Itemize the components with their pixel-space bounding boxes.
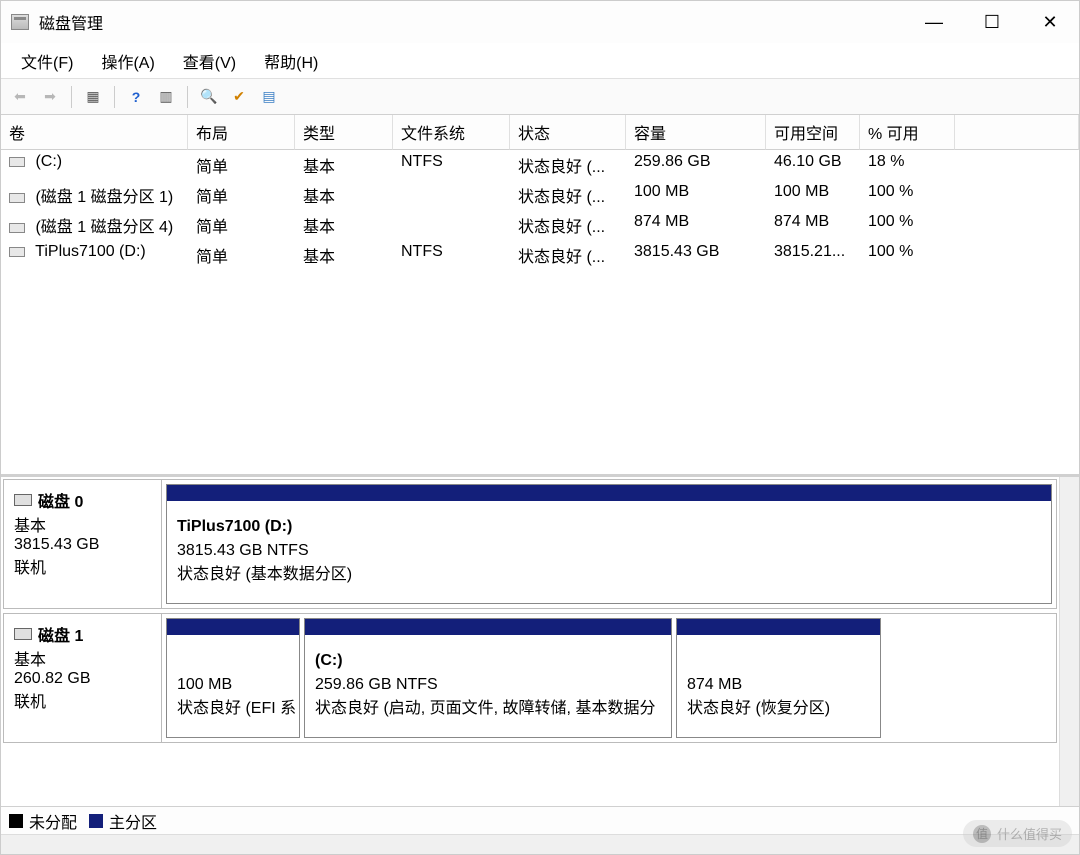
vertical-scrollbar[interactable]	[1059, 477, 1079, 806]
col-type[interactable]: 类型	[295, 115, 393, 150]
table-cell[interactable]	[393, 210, 510, 240]
table-cell[interactable]: 简单	[188, 150, 295, 180]
menu-action[interactable]: 操作(A)	[87, 45, 168, 77]
table-cell[interactable]: 状态良好 (...	[510, 150, 626, 180]
legend-primary: 主分区	[109, 809, 157, 833]
col-layout[interactable]: 布局	[188, 115, 295, 150]
table-cell[interactable]: 100 %	[860, 210, 955, 240]
partition[interactable]: 100 MB状态良好 (EFI 系	[166, 618, 300, 738]
col-status[interactable]: 状态	[510, 115, 626, 150]
rescan-button[interactable]: ✔	[226, 84, 252, 110]
table-cell[interactable]	[955, 210, 1079, 240]
volume-list[interactable]: 卷 布局 类型 文件系统 状态 容量 可用空间 % 可用 (C:)简单基本NTF…	[1, 115, 1079, 477]
partition[interactable]: 874 MB状态良好 (恢复分区)	[676, 618, 881, 738]
partition-header	[167, 619, 299, 635]
table-cell[interactable]: 100 %	[860, 180, 955, 210]
maximize-button[interactable]: ☐	[963, 1, 1021, 43]
disk-icon	[14, 494, 32, 506]
table-cell[interactable]	[393, 180, 510, 210]
table-cell[interactable]: (磁盘 1 磁盘分区 1)	[1, 180, 188, 210]
horizontal-scrollbar[interactable]	[1, 834, 1079, 854]
disk-row[interactable]: 磁盘 1基本260.82 GB联机 100 MB状态良好 (EFI 系 (C:)…	[3, 613, 1057, 743]
table-cell[interactable]: 基本	[295, 180, 393, 210]
table-cell[interactable]: 100 %	[860, 240, 955, 270]
table-cell[interactable]	[955, 150, 1079, 180]
table-cell[interactable]: 259.86 GB	[626, 150, 766, 180]
table-cell[interactable]: 100 MB	[626, 180, 766, 210]
refresh-button[interactable]: 🔍	[196, 84, 222, 110]
legend-unallocated: 未分配	[29, 809, 77, 833]
table-cell[interactable]: TiPlus7100 (D:)	[1, 240, 188, 270]
table-cell[interactable]: 3815.21...	[766, 240, 860, 270]
swatch-primary	[89, 814, 103, 828]
swatch-unallocated	[9, 814, 23, 828]
partition[interactable]: TiPlus7100 (D:)3815.43 GB NTFS状态良好 (基本数据…	[166, 484, 1052, 604]
table-cell[interactable]: 874 MB	[766, 210, 860, 240]
menubar: 文件(F) 操作(A) 查看(V) 帮助(H)	[1, 43, 1079, 79]
partition[interactable]: (C:)259.86 GB NTFS状态良好 (启动, 页面文件, 故障转储, …	[304, 618, 672, 738]
disk-row[interactable]: 磁盘 0基本3815.43 GB联机TiPlus7100 (D:)3815.43…	[3, 479, 1057, 609]
disk-icon	[14, 628, 32, 640]
disk-graphical-view: 磁盘 0基本3815.43 GB联机TiPlus7100 (D:)3815.43…	[1, 477, 1079, 806]
col-filesystem[interactable]: 文件系统	[393, 115, 510, 150]
table-cell[interactable]: 简单	[188, 180, 295, 210]
partition-header	[167, 485, 1051, 501]
window-title: 磁盘管理	[39, 10, 103, 34]
col-capacity[interactable]: 容量	[626, 115, 766, 150]
watermark-text: 什么值得买	[997, 824, 1062, 843]
col-spacer	[955, 115, 1079, 150]
menu-view[interactable]: 查看(V)	[169, 45, 250, 77]
table-cell[interactable]	[955, 240, 1079, 270]
table-cell[interactable]: 100 MB	[766, 180, 860, 210]
back-button[interactable]: ⬅	[7, 84, 33, 110]
col-pctfree[interactable]: % 可用	[860, 115, 955, 150]
table-cell[interactable]: 46.10 GB	[766, 150, 860, 180]
table-cell[interactable]: NTFS	[393, 240, 510, 270]
disk-label[interactable]: 磁盘 0基本3815.43 GB联机	[4, 480, 162, 608]
table-cell[interactable]: 874 MB	[626, 210, 766, 240]
help-button[interactable]: ?	[123, 84, 149, 110]
watermark-icon: 值	[973, 825, 991, 843]
menu-file[interactable]: 文件(F)	[7, 45, 87, 77]
action-list-button[interactable]: ▥	[153, 84, 179, 110]
disk-partitions: 100 MB状态良好 (EFI 系 (C:)259.86 GB NTFS状态良好…	[162, 614, 1056, 742]
menu-help[interactable]: 帮助(H)	[250, 45, 332, 77]
disk-label[interactable]: 磁盘 1基本260.82 GB联机	[4, 614, 162, 742]
table-cell[interactable]: 18 %	[860, 150, 955, 180]
table-cell[interactable]: 基本	[295, 240, 393, 270]
table-cell[interactable]: 简单	[188, 210, 295, 240]
table-cell[interactable]: (C:)	[1, 150, 188, 180]
table-cell[interactable]: 3815.43 GB	[626, 240, 766, 270]
table-cell[interactable]: 状态良好 (...	[510, 210, 626, 240]
col-volume[interactable]: 卷	[1, 115, 188, 150]
forward-button[interactable]: ➡	[37, 84, 63, 110]
show-hide-console-button[interactable]: ▦	[80, 84, 106, 110]
partition-header	[305, 619, 671, 635]
partition-header	[677, 619, 880, 635]
table-cell[interactable]: (磁盘 1 磁盘分区 4)	[1, 210, 188, 240]
minimize-button[interactable]: —	[905, 1, 963, 43]
col-free[interactable]: 可用空间	[766, 115, 860, 150]
table-cell[interactable]: 状态良好 (...	[510, 180, 626, 210]
watermark: 值 什么值得买	[963, 820, 1072, 847]
table-cell[interactable]: 简单	[188, 240, 295, 270]
table-cell[interactable]: NTFS	[393, 150, 510, 180]
settings-button[interactable]: ▤	[256, 84, 282, 110]
table-cell[interactable]: 基本	[295, 150, 393, 180]
legend: 未分配 主分区	[1, 806, 1079, 834]
app-icon	[11, 14, 29, 30]
disk-partitions: TiPlus7100 (D:)3815.43 GB NTFS状态良好 (基本数据…	[162, 480, 1056, 608]
table-cell[interactable]	[955, 180, 1079, 210]
table-cell[interactable]: 基本	[295, 210, 393, 240]
titlebar[interactable]: 磁盘管理 — ☐ ✕	[1, 1, 1079, 43]
toolbar: ⬅ ➡ ▦ ? ▥ 🔍 ✔ ▤	[1, 79, 1079, 115]
table-cell[interactable]: 状态良好 (...	[510, 240, 626, 270]
close-button[interactable]: ✕	[1021, 1, 1079, 43]
